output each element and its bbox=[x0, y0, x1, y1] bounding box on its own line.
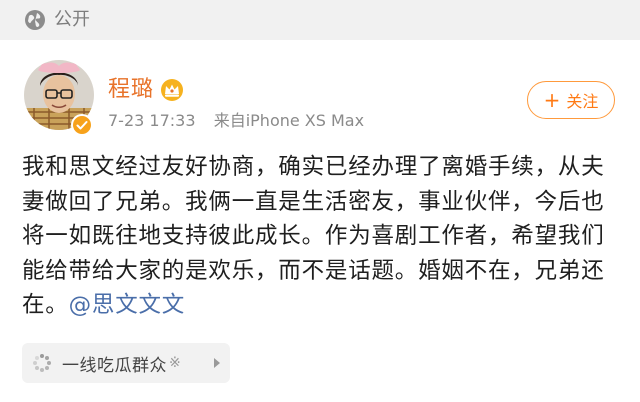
post-date: 7-23 17:33 bbox=[108, 111, 196, 130]
post-source: 来自iPhone XS Max bbox=[213, 111, 365, 130]
spinner-icon bbox=[33, 354, 51, 372]
follow-button[interactable]: + 关注 bbox=[527, 81, 615, 119]
topic-label: 一线吃瓜群众 bbox=[62, 355, 167, 376]
follow-label: 关注 bbox=[566, 92, 599, 111]
post-text: 我和思文经过友好协商，确实已经办理了离婚手续，从夫妻做回了兄弟。我俩一直是生活密… bbox=[22, 150, 620, 323]
vip-crown-icon[interactable] bbox=[160, 78, 184, 102]
post-meta: 7-23 17:33 来自iPhone XS Max bbox=[108, 111, 364, 131]
chevron-right-icon bbox=[214, 358, 220, 368]
mention-link[interactable]: @思文文文 bbox=[69, 292, 186, 318]
visibility-bar: 公开 bbox=[0, 0, 640, 40]
verified-check-icon bbox=[76, 121, 88, 130]
topic-sparkle: ※ bbox=[169, 355, 181, 371]
plus-icon: + bbox=[543, 88, 561, 112]
globe-icon bbox=[25, 10, 45, 30]
username[interactable]: 程璐 bbox=[108, 76, 154, 104]
visibility-label: 公开 bbox=[54, 9, 90, 30]
topic-pill[interactable]: 一线吃瓜群众 ※ bbox=[22, 343, 230, 383]
verified-badge bbox=[71, 114, 93, 136]
